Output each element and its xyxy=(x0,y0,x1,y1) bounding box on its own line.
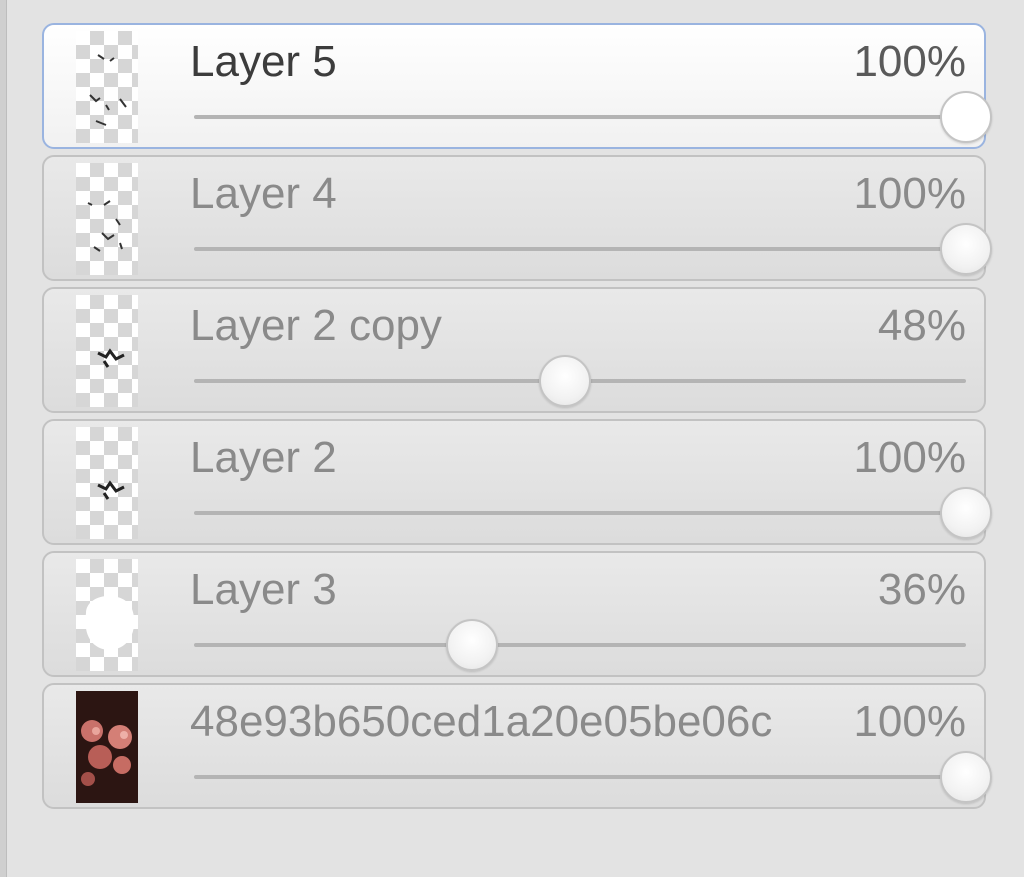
layer-thumbnail xyxy=(76,163,138,275)
opacity-slider-thumb[interactable] xyxy=(538,355,591,407)
layer-name[interactable]: Layer 5 xyxy=(190,37,830,87)
opacity-slider-thumb[interactable] xyxy=(940,487,992,539)
layer-opacity-value: 100% xyxy=(853,169,966,218)
panel-divider xyxy=(0,0,7,877)
layer-item-layer-2[interactable]: Layer 2 100% xyxy=(42,419,992,545)
opacity-slider-track[interactable] xyxy=(194,775,966,779)
layer-thumbnail xyxy=(76,31,138,143)
layers-panel: Layer 5 100% Layer 4 100% Layer 2 copy 4… xyxy=(0,0,1024,877)
layer-opacity-value: 100% xyxy=(853,433,966,482)
layer-opacity-value: 100% xyxy=(853,697,966,746)
layer-name[interactable]: Layer 2 xyxy=(190,433,830,483)
opacity-slider-thumb[interactable] xyxy=(940,91,992,143)
layer-item-layer-4[interactable]: Layer 4 100% xyxy=(42,155,992,281)
opacity-slider-track[interactable] xyxy=(194,247,966,251)
opacity-slider-track[interactable] xyxy=(194,511,966,515)
layer-opacity-value: 48% xyxy=(877,301,966,350)
opacity-slider-track[interactable] xyxy=(194,115,966,119)
opacity-slider-thumb[interactable] xyxy=(445,619,498,671)
layer-thumbnail xyxy=(76,295,138,407)
layer-name[interactable]: Layer 2 copy xyxy=(190,301,830,351)
layer-list: Layer 5 100% Layer 4 100% Layer 2 copy 4… xyxy=(42,23,992,815)
opacity-slider-thumb[interactable] xyxy=(940,751,992,803)
layer-thumbnail xyxy=(76,427,138,539)
layer-thumbnail xyxy=(76,559,138,671)
layer-name[interactable]: Layer 4 xyxy=(190,169,830,219)
layer-opacity-value: 36% xyxy=(877,565,966,614)
layer-name[interactable]: Layer 3 xyxy=(190,565,830,615)
layer-item-photo[interactable]: 48e93b650ced1a20e05be06c 100% xyxy=(42,683,992,809)
layer-item-layer-3[interactable]: Layer 3 36% xyxy=(42,551,986,677)
opacity-slider-thumb[interactable] xyxy=(940,223,992,275)
layer-opacity-value: 100% xyxy=(853,37,966,86)
layer-name[interactable]: 48e93b650ced1a20e05be06c xyxy=(190,697,830,747)
layer-thumbnail xyxy=(76,691,138,803)
opacity-slider-track[interactable] xyxy=(194,643,966,647)
layer-item-layer-5[interactable]: Layer 5 100% xyxy=(42,23,992,149)
layer-item-layer-2-copy[interactable]: Layer 2 copy 48% xyxy=(42,287,986,413)
